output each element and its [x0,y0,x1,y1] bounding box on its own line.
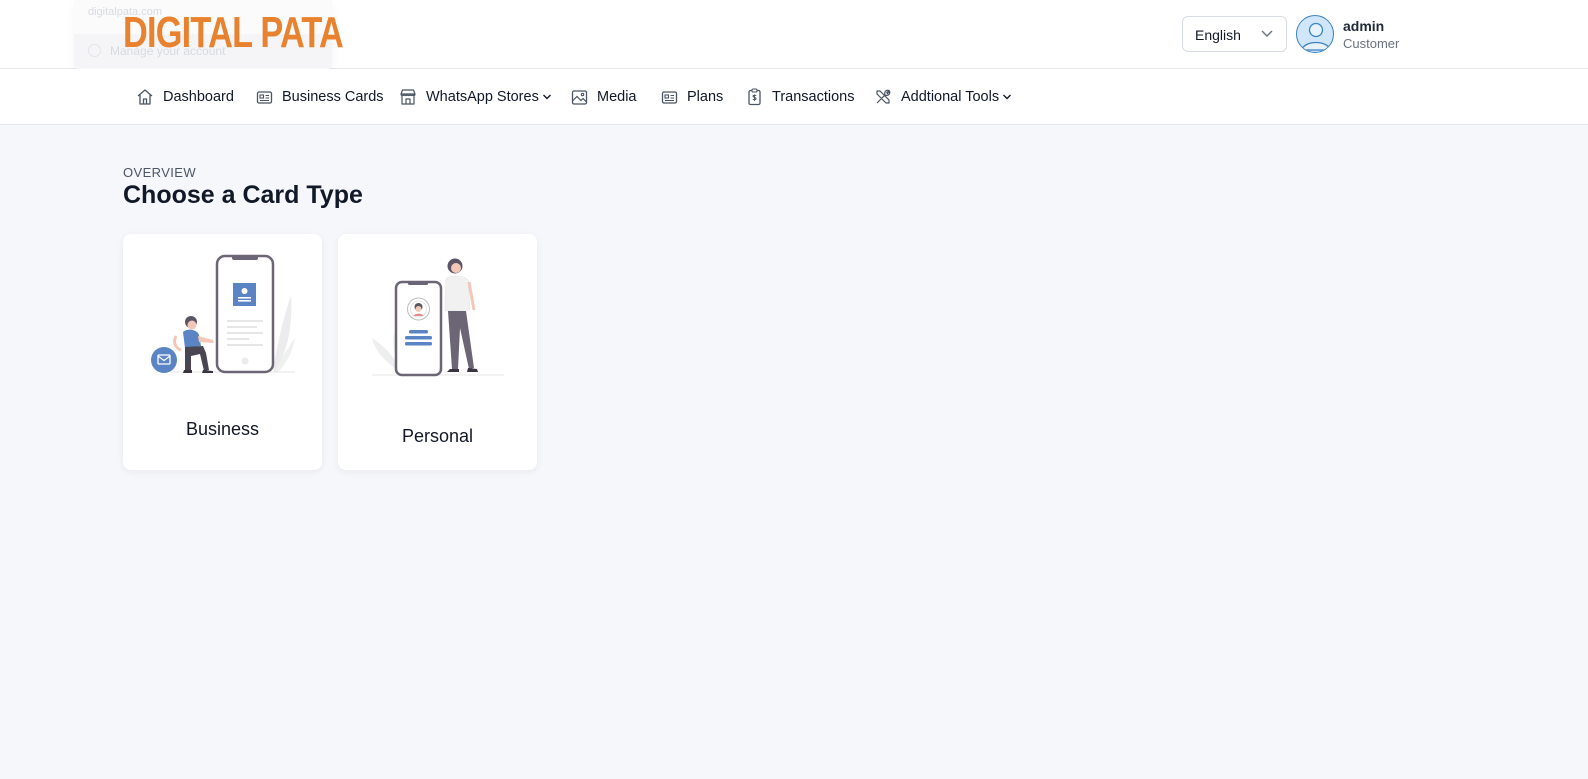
nav-item-plans[interactable]: Plans [661,69,723,125]
nav-item-label: Transactions [772,89,855,105]
user-avatar-icon [1301,22,1331,51]
business-card-illustration [151,254,295,374]
user-name[interactable]: admin [1343,18,1384,34]
card-type-label: Personal [401,426,474,446]
nav-item-label: Business Cards [282,89,384,105]
card-type-label: Business [185,419,260,439]
personal-card-illustration [372,258,504,377]
user-avatar[interactable] [1296,15,1334,53]
top-header: digitalpata.com Manage your account DIGI… [0,0,1588,70]
chevron-down-icon [1261,30,1273,37]
language-select[interactable]: English [1182,16,1287,52]
nav-item-additional-tools[interactable]: Addtional Tools [874,69,1012,125]
nav-item-business-cards[interactable]: Business Cards [256,69,384,125]
nav-item-dashboard[interactable]: Dashboard [136,69,234,125]
id-card-icon [661,90,678,104]
chevron-down-icon [542,94,551,100]
page-overline: OVERVIEW [123,165,197,180]
id-card-icon [256,90,273,104]
card-type-personal[interactable]: Personal [338,234,537,470]
page-title: Choose a Card Type [123,181,363,209]
dashboard-gauge-icon [88,44,101,57]
user-role: Customer [1343,36,1400,51]
home-icon [137,89,153,105]
receipt-icon [748,88,761,106]
nav-item-label: Addtional Tools [901,89,1000,105]
tools-icon [876,89,891,104]
image-icon [571,89,588,105]
nav-item-label: Dashboard [163,89,234,105]
nav-item-media[interactable]: Media [571,69,637,125]
nav-item-label: Media [597,89,637,105]
main-nav: Dashboard Business Cards WhatsApp Stores… [0,69,1588,125]
language-select-value: English [1195,27,1241,43]
nav-item-label: WhatsApp Stores [426,89,539,105]
chevron-down-icon [1003,94,1012,100]
card-type-business[interactable]: Business [123,234,322,470]
nav-item-whatsapp-stores[interactable]: WhatsApp Stores [399,69,552,125]
store-icon [400,89,416,105]
brand-logo[interactable]: DIGITAL PATA [123,8,344,58]
nav-item-label: Plans [687,89,724,105]
nav-item-transactions[interactable]: Transactions [746,69,854,125]
